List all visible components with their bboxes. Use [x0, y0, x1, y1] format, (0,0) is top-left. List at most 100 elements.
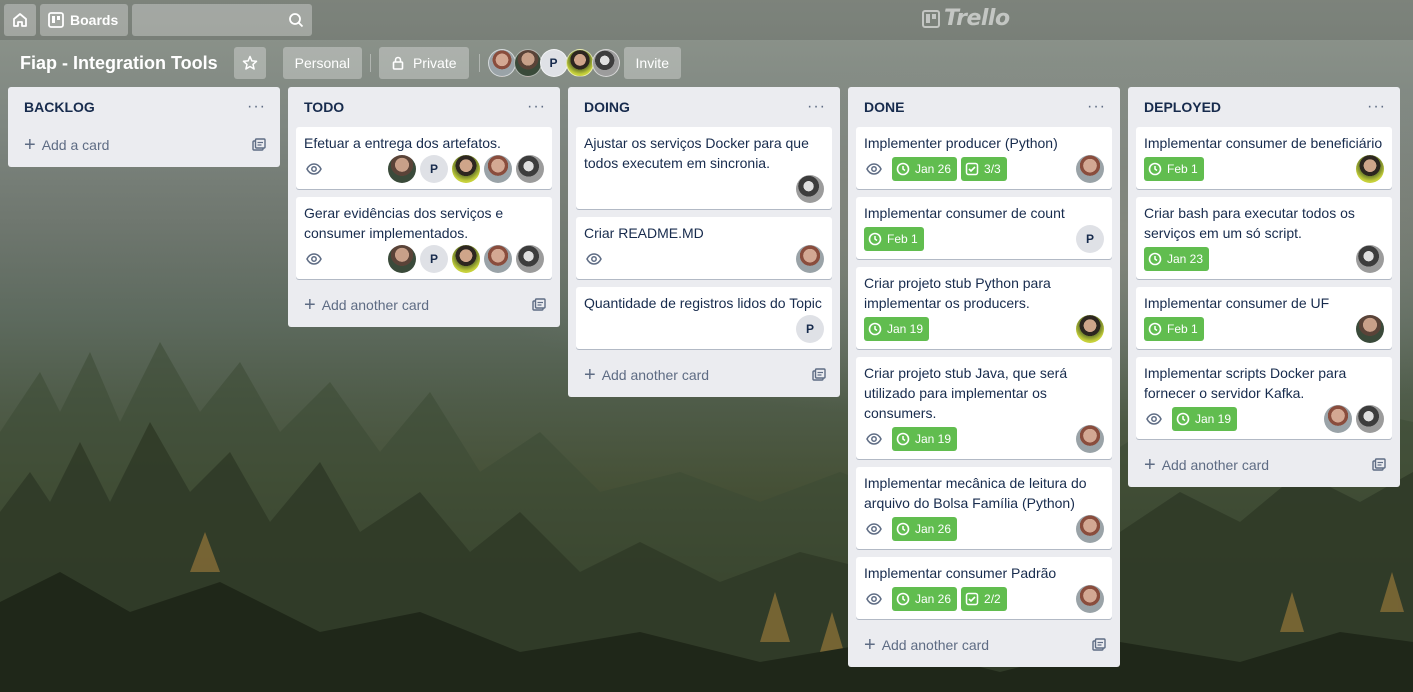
member-avatar[interactable]: P — [796, 315, 824, 343]
card[interactable]: Quantidade de registros lidos do Topic P — [576, 287, 832, 349]
card[interactable]: Criar README.MD — [576, 217, 832, 279]
member-avatar[interactable] — [565, 49, 594, 77]
due-date-badge[interactable]: Jan 26 — [892, 587, 958, 611]
list-title[interactable]: DOING — [584, 99, 630, 115]
member-avatar[interactable] — [1076, 155, 1104, 183]
card-template-icon[interactable] — [1092, 638, 1106, 652]
due-date-badge[interactable]: Feb 1 — [864, 227, 924, 251]
list-menu-icon[interactable]: ··· — [807, 99, 826, 115]
card[interactable]: Ajustar os serviços Docker para que todo… — [576, 127, 832, 209]
search-input[interactable] — [132, 4, 313, 36]
card[interactable]: Criar projeto stub Java, que será utiliz… — [856, 357, 1112, 459]
card[interactable]: Criar projeto stub Python para implement… — [856, 267, 1112, 349]
member-avatar[interactable]: P — [1076, 225, 1104, 253]
invite-button[interactable]: Invite — [623, 47, 681, 79]
card-template-icon[interactable] — [1372, 458, 1386, 472]
card-title: Implementar consumer Padrão — [864, 565, 1057, 581]
card[interactable]: Implementar scripts Docker para fornecer… — [1136, 357, 1392, 439]
separator — [478, 54, 480, 72]
boards-button[interactable]: Boards — [40, 4, 129, 36]
card[interactable]: Implementar consumer de count Feb 1 P — [856, 197, 1112, 259]
list-menu-icon[interactable]: ··· — [1367, 99, 1386, 115]
list-title[interactable]: BACKLOG — [24, 99, 95, 115]
due-date-badge[interactable]: Jan 23 — [1144, 247, 1210, 271]
member-avatar[interactable] — [484, 245, 512, 273]
home-button[interactable] — [4, 4, 36, 36]
member-avatar[interactable] — [591, 49, 620, 77]
list-title[interactable]: DEPLOYED — [1144, 99, 1221, 115]
clock-icon — [1148, 322, 1162, 336]
add-card-button[interactable]: + Add another card — [856, 627, 1112, 663]
member-avatar[interactable] — [1356, 405, 1384, 433]
card-members: P — [388, 155, 544, 183]
member-avatar[interactable] — [388, 155, 416, 183]
list-menu-icon[interactable]: ··· — [247, 99, 266, 115]
card-template-icon[interactable] — [812, 368, 826, 382]
add-card-button[interactable]: + Add another card — [1136, 447, 1392, 483]
member-avatar[interactable] — [452, 245, 480, 273]
card[interactable]: Implementar mecânica de leitura do arqui… — [856, 467, 1112, 549]
privacy-button[interactable]: Private — [378, 47, 469, 79]
card-badges: Feb 1 — [864, 227, 924, 251]
due-date-badge[interactable]: Jan 19 — [892, 427, 958, 451]
card-badges: Feb 1 — [1144, 157, 1204, 181]
card-template-icon[interactable] — [532, 298, 546, 312]
card[interactable]: Implementar consumer de beneficiário Feb … — [1136, 127, 1392, 189]
list-menu-icon[interactable]: ··· — [527, 99, 546, 115]
due-date-text: Feb 1 — [1167, 322, 1198, 336]
member-avatar[interactable] — [484, 155, 512, 183]
list-title[interactable]: DONE — [864, 99, 904, 115]
member-avatar[interactable] — [1076, 585, 1104, 613]
member-avatar[interactable] — [1076, 425, 1104, 453]
member-avatar[interactable]: P — [539, 49, 568, 77]
watching-eye-icon — [584, 249, 604, 269]
member-avatar[interactable]: P — [420, 245, 448, 273]
card-footer: Jan 26 3/3 — [864, 153, 1104, 185]
member-avatar[interactable] — [1324, 405, 1352, 433]
member-avatar[interactable] — [1356, 245, 1384, 273]
due-date-badge[interactable]: Jan 19 — [1172, 407, 1238, 431]
member-avatar[interactable] — [487, 49, 516, 77]
member-avatar[interactable] — [1356, 155, 1384, 183]
trello-logo[interactable]: Trello — [922, 6, 1010, 31]
card[interactable]: Implementer producer (Python) Jan 26 3/3 — [856, 127, 1112, 189]
team-visibility-button[interactable]: Personal — [282, 47, 362, 79]
card-template-icon[interactable] — [252, 138, 266, 152]
add-card-button[interactable]: + Add another card — [576, 357, 832, 393]
member-avatar[interactable] — [516, 245, 544, 273]
due-date-badge[interactable]: Feb 1 — [1144, 317, 1204, 341]
member-avatar[interactable] — [1356, 315, 1384, 343]
list-menu-icon[interactable]: ··· — [1087, 99, 1106, 115]
add-card-button[interactable]: + Add a card — [16, 127, 272, 163]
member-avatar[interactable]: P — [420, 155, 448, 183]
card-badges: Jan 23 — [1144, 247, 1210, 271]
board-title[interactable]: Fiap - Integration Tools — [20, 53, 218, 74]
plus-icon: + — [304, 294, 316, 316]
card[interactable]: Efetuar a entrega dos artefatos. P — [296, 127, 552, 189]
card[interactable]: Gerar evidências dos serviços e consumer… — [296, 197, 552, 279]
due-date-badge[interactable]: Jan 26 — [892, 517, 958, 541]
card-title: Implementar consumer de beneficiário — [1144, 135, 1383, 151]
privacy-label: Private — [412, 55, 457, 71]
member-avatar[interactable] — [452, 155, 480, 183]
star-button[interactable] — [233, 47, 266, 79]
watching-eye-icon — [304, 159, 324, 179]
card[interactable]: Criar bash para executar todos os serviç… — [1136, 197, 1392, 279]
add-card-button[interactable]: + Add another card — [296, 287, 552, 323]
home-icon — [13, 13, 27, 27]
card-badges — [304, 249, 328, 269]
list-title[interactable]: TODO — [304, 99, 344, 115]
member-avatar[interactable] — [1076, 515, 1104, 543]
card[interactable]: Implementar consumer de UF Feb 1 — [1136, 287, 1392, 349]
member-avatar[interactable] — [1076, 315, 1104, 343]
member-avatar[interactable] — [388, 245, 416, 273]
member-avatar[interactable] — [796, 175, 824, 203]
due-date-text: Jan 26 — [915, 592, 952, 606]
due-date-badge[interactable]: Jan 26 — [892, 157, 958, 181]
due-date-badge[interactable]: Jan 19 — [864, 317, 930, 341]
member-avatar[interactable] — [516, 155, 544, 183]
member-avatar[interactable] — [513, 49, 542, 77]
member-avatar[interactable] — [796, 245, 824, 273]
due-date-badge[interactable]: Feb 1 — [1144, 157, 1204, 181]
card[interactable]: Implementar consumer Padrão Jan 26 2/2 — [856, 557, 1112, 619]
